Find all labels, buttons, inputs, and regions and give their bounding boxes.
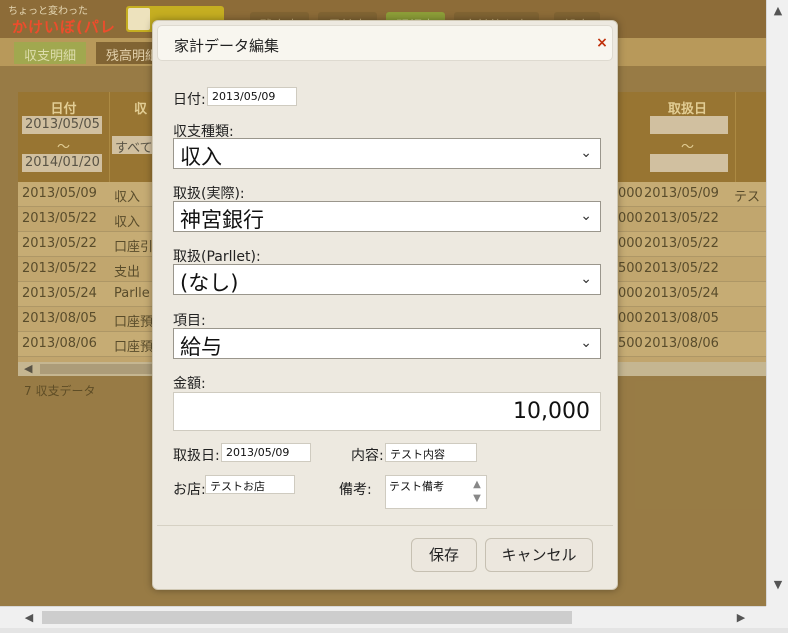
- dialog-title: 家計データ編集: [174, 37, 280, 55]
- spinner-icon[interactable]: ▲ ▼: [470, 478, 484, 506]
- shop-field[interactable]: テストお店: [205, 475, 295, 494]
- actual-label: 取扱(実際):: [173, 186, 245, 202]
- item-label: 項目:: [173, 313, 206, 329]
- chevron-up-icon[interactable]: ▲: [771, 4, 785, 18]
- cancel-button[interactable]: キャンセル: [485, 538, 593, 572]
- amount-field[interactable]: 10,000: [173, 392, 601, 431]
- date-label: 日付:: [173, 92, 206, 108]
- dialog-footer-divider: [157, 525, 613, 526]
- hdate-field[interactable]: 2013/05/09: [221, 443, 311, 462]
- actual-select[interactable]: 神宮銀行 ⌄: [173, 201, 601, 232]
- chevron-down-icon[interactable]: ▼: [771, 578, 785, 592]
- scroll-corner: [766, 606, 788, 628]
- type-select-value: 収入: [180, 145, 222, 169]
- memo-field[interactable]: テスト備考 ▲ ▼: [385, 475, 487, 509]
- actual-select-value: 神宮銀行: [180, 208, 264, 232]
- content-label: 内容:: [351, 448, 384, 464]
- parllet-select[interactable]: (なし) ⌄: [173, 264, 601, 295]
- amount-label: 金額:: [173, 376, 206, 392]
- close-icon[interactable]: ×: [594, 35, 610, 51]
- scroll-thumb[interactable]: [42, 611, 572, 624]
- chevron-down-icon: ⌄: [580, 271, 592, 287]
- type-select[interactable]: 収入 ⌄: [173, 138, 601, 169]
- content-field[interactable]: テスト内容: [385, 443, 477, 462]
- dialog-title-bar: 家計データ編集 ×: [157, 25, 613, 61]
- vertical-scrollbar[interactable]: ▲ ▼: [766, 0, 788, 606]
- chevron-left-icon[interactable]: ◀: [22, 611, 36, 625]
- chevron-down-icon: ⌄: [580, 335, 592, 351]
- date-field[interactable]: 2013/05/09: [207, 87, 297, 106]
- memo-value: テスト備考: [389, 480, 444, 493]
- save-button[interactable]: 保存: [411, 538, 477, 572]
- chevron-down-icon: ⌄: [580, 208, 592, 224]
- parllet-label: 取扱(Parllet):: [173, 249, 261, 265]
- browser-viewport: ちょっと変わった かけいぼ(パレット)版 残高表 日計表 明細表 家計簿入力 設…: [0, 0, 766, 606]
- edit-dialog: 家計データ編集 × 日付: 2013/05/09 収支種類: 収入 ⌄ 取扱(実…: [152, 20, 618, 590]
- memo-label: 備考:: [339, 482, 372, 498]
- chevron-down-icon: ⌄: [580, 145, 592, 161]
- horizontal-scrollbar[interactable]: ◀ ▶: [0, 606, 766, 628]
- chevron-right-icon[interactable]: ▶: [734, 611, 748, 625]
- item-select-value: 給与: [180, 335, 222, 359]
- window-bottom-edge: [0, 628, 788, 633]
- item-select[interactable]: 給与 ⌄: [173, 328, 601, 359]
- shop-label: お店:: [173, 482, 206, 498]
- hdate-label: 取扱日:: [173, 448, 220, 464]
- parllet-select-value: (なし): [180, 271, 239, 295]
